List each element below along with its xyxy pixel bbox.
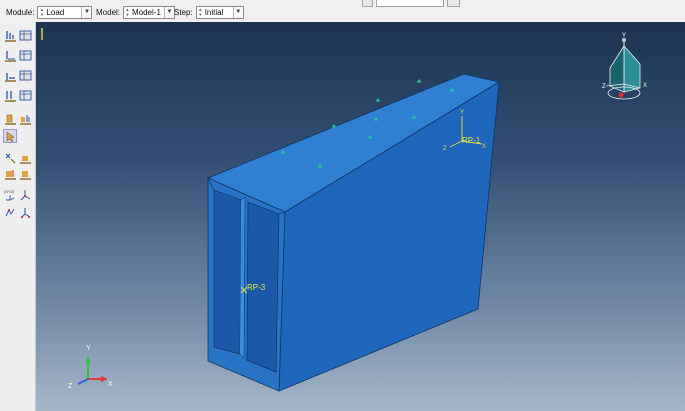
triad-y-label: Y <box>86 345 91 352</box>
bc-manager-icon[interactable] <box>19 49 32 62</box>
predefined-field-manager-icon[interactable] <box>19 69 32 82</box>
load-manager-icon[interactable] <box>19 29 32 42</box>
create-load-case-icon[interactable] <box>4 89 17 102</box>
spin-icon[interactable]: ▲ ▼ <box>39 7 44 18</box>
rp3-label: RP-3 <box>247 283 266 292</box>
part-box-beam[interactable] <box>206 73 501 392</box>
toolbar-button[interactable] <box>362 0 373 7</box>
step-selector: Step: ▲ ▼ Initial ▼ <box>174 5 244 19</box>
create-bc-icon[interactable] <box>4 49 17 62</box>
chevron-down-icon[interactable]: ▼ <box>164 6 175 18</box>
spin-icon[interactable]: ▲ ▼ <box>198 7 203 18</box>
interior-cell-left <box>213 189 242 355</box>
global-triad: Y X Z <box>68 345 113 390</box>
load-marker <box>375 98 381 102</box>
load-pressure-manager-icon[interactable] <box>19 112 32 125</box>
create-connector-icon[interactable] <box>4 167 17 180</box>
step-label: Step: <box>174 7 193 17</box>
triad-z-axis <box>77 378 89 385</box>
view-cube-origin <box>618 92 624 98</box>
spin-icon[interactable]: ▲ ▼ <box>125 7 130 18</box>
model-combo[interactable]: ▲ ▼ Model-1 ▼ <box>123 5 176 19</box>
load-case-manager-icon[interactable] <box>19 89 32 102</box>
datum-axis-icon[interactable] <box>19 188 32 201</box>
chevron-down-icon[interactable]: ▼ <box>81 6 92 18</box>
rp1-x-letter: X <box>482 144 486 150</box>
view-cube-y-label: Y <box>622 33 626 39</box>
model-label: Model: <box>96 7 121 17</box>
step-value: Initial <box>204 7 224 17</box>
create-predefined-field-icon[interactable] <box>4 69 17 82</box>
create-constraint-icon[interactable] <box>4 151 17 164</box>
load-marker <box>416 79 422 83</box>
chevron-down-icon[interactable]: ▼ <box>232 6 243 18</box>
graphics-viewport[interactable]: Y X Z RP-1 RP-3 Y X Z Y X Z <box>36 22 685 411</box>
model-canvas[interactable]: Y X Z RP-1 RP-3 Y X Z Y X Z <box>36 22 685 411</box>
model-value: Model-1 <box>132 7 161 17</box>
module-label: Module: <box>6 7 35 17</box>
triad-z-label: Z <box>68 383 73 390</box>
toolbar-field[interactable] <box>376 0 444 7</box>
rp1-z-letter: Z <box>443 146 447 152</box>
rp1-y-letter: Y <box>460 110 464 116</box>
view-cube[interactable]: Y X Z <box>602 33 647 100</box>
view-cube-x-label: X <box>643 83 647 89</box>
create-load-icon[interactable] <box>4 29 17 42</box>
datum-point-icon[interactable] <box>4 206 17 219</box>
view-cube-right-face[interactable] <box>623 44 641 93</box>
triad-x-label: X <box>108 381 113 388</box>
svg-text:(XYZ): (XYZ) <box>4 189 15 194</box>
rp1-label: RP-1 <box>462 136 481 145</box>
datum-plane-icon[interactable] <box>19 206 32 219</box>
toolbar-strip <box>362 0 460 7</box>
constraint-manager-icon[interactable] <box>19 151 32 164</box>
toolbar-button[interactable] <box>447 0 460 7</box>
query-tool-icon[interactable] <box>3 129 17 143</box>
model-selector: Model: ▲ ▼ Model-1 ▼ <box>96 5 176 19</box>
context-bar: Module: ▲ ▼ Load ▼ Model: ▲ ▼ Model-1 ▼ St… <box>0 0 685 23</box>
module-combo[interactable]: ▲ ▼ Load ▼ <box>37 5 93 19</box>
step-combo[interactable]: ▲ ▼ Initial ▼ <box>195 5 244 19</box>
module-selector: Module: ▲ ▼ Load ▼ <box>6 5 93 19</box>
toolbox: (XYZ) <box>0 22 36 411</box>
create-load-pressure-icon[interactable] <box>4 112 17 125</box>
datum-csys-icon[interactable]: (XYZ) <box>4 188 17 201</box>
view-cube-z-label: Z <box>602 84 606 90</box>
connector-manager-icon[interactable] <box>19 167 32 180</box>
module-value: Load <box>46 7 65 17</box>
